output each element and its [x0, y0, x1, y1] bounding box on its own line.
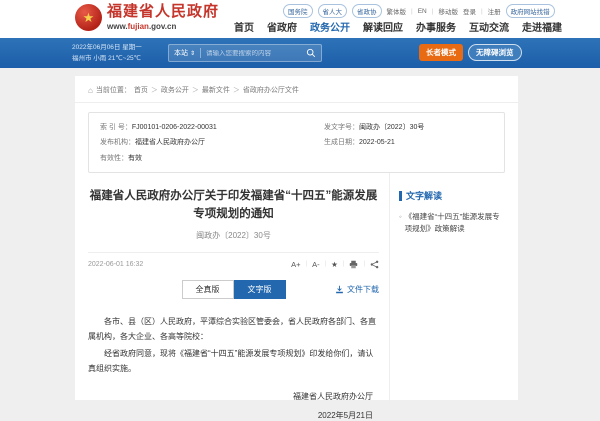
- breadcrumb-gov-open[interactable]: 政务公开: [161, 85, 189, 95]
- site-url: www.fujian.gov.cn: [107, 22, 219, 31]
- print-icon[interactable]: [349, 260, 358, 269]
- bullet-icon: ◦: [399, 211, 402, 235]
- meta-issue-date: 生成日期： 2022-05-21: [324, 135, 493, 150]
- nav-interpretation[interactable]: 解读回应: [363, 19, 403, 34]
- site-header: ★ 福建省人民政府 www.fujian.gov.cn 国务院 省人大 省政协 …: [0, 0, 600, 38]
- interpretation-sidebar: 文字解读 ◦ 《福建省“十四五”能源发展专项规划》政策解读: [390, 173, 505, 405]
- search-box[interactable]: 本站 ⇕: [168, 44, 322, 62]
- document-meta-box: 索 引 号： FJ00101-0206-2022-00031 发文字号： 闽政办…: [88, 112, 505, 173]
- link-english[interactable]: EN: [418, 8, 427, 15]
- home-icon: ⌂: [88, 86, 93, 95]
- search-icon[interactable]: [306, 48, 316, 58]
- nav-interaction[interactable]: 互动交流: [469, 19, 509, 34]
- link-provincial-cppcc[interactable]: 省政协: [352, 4, 382, 18]
- publish-time: 2022-06-01 16:32: [88, 261, 143, 268]
- font-increase-button[interactable]: A+: [291, 260, 300, 269]
- weather-info: 福州市 小雨 21℃~25℃: [72, 53, 142, 64]
- site-title: 福建省人民政府: [107, 4, 219, 21]
- body-paragraph: 经省政府同意，现将《福建省“十四五”能源发展专项规划》印发给你们，请认真组织实施…: [88, 346, 379, 376]
- blue-utility-bar: 2022年06月06日 星期一 福州市 小雨 21℃~25℃ 本站 ⇕ 长者模式…: [0, 38, 600, 68]
- document-number: 闽政办〔2022〕30号: [88, 230, 379, 241]
- breadcrumb: ⌂ 当前位置： 首页 ＞ 政务公开 ＞ 最新文件 ＞ 省政府办公厅文件: [75, 76, 518, 103]
- download-icon: [335, 285, 344, 294]
- version-tab-row: 全真版 文字版 文件下载: [88, 280, 379, 299]
- body-paragraph: 各市、县（区）人民政府，平潭综合实验区管委会，省人民政府各部门、各直属机构，各大…: [88, 314, 379, 344]
- link-login[interactable]: 登录: [463, 6, 476, 16]
- top-utility-links: 国务院 省人大 省政协 繁体版 | EN | 移动版 登录 | 注册 政府网站找…: [283, 4, 555, 18]
- meta-validity: 有效性： 有效: [100, 151, 324, 166]
- date-weather: 2022年06月06日 星期一 福州市 小雨 21℃~25℃: [72, 42, 142, 64]
- link-traditional-chinese[interactable]: 繁体版: [387, 6, 407, 16]
- current-date: 2022年06月06日 星期一: [72, 42, 142, 53]
- site-logo[interactable]: ★ 福建省人民政府 www.fujian.gov.cn: [75, 4, 219, 31]
- meta-doc-number: 发文字号： 闽政办〔2022〕30号: [324, 120, 493, 135]
- chevron-updown-icon: ⇕: [190, 50, 195, 57]
- sidebar-heading: 文字解读: [406, 189, 442, 202]
- accessibility-button[interactable]: 无障碍浏览: [468, 44, 522, 61]
- link-provincial-congress[interactable]: 省人大: [318, 4, 348, 18]
- document-body: 各市、县（区）人民政府，平潭综合实验区管委会，省人民政府各部门、各直属机构，各大…: [88, 314, 379, 377]
- search-scope-select[interactable]: 本站 ⇕: [174, 48, 195, 58]
- share-icon[interactable]: [370, 260, 379, 269]
- main-nav: 首页 省政府 政务公开 解读回应 办事服务 互动交流 走进福建: [234, 19, 562, 34]
- file-download-link[interactable]: 文件下载: [335, 284, 379, 295]
- article-column: 福建省人民政府办公厅关于印发福建省“十四五”能源发展专项规划的通知 闽政办〔20…: [88, 173, 390, 405]
- nav-about-fujian[interactable]: 走进福建: [522, 19, 562, 34]
- publish-toolbar: 2022-06-01 16:32 A+ | A- | ★ | |: [88, 252, 379, 269]
- nav-provincial-gov[interactable]: 省政府: [267, 19, 297, 34]
- tab-text-version[interactable]: 文字版: [234, 280, 286, 299]
- document-title: 福建省人民政府办公厅关于印发福建省“十四五”能源发展专项规划的通知: [88, 188, 379, 224]
- breadcrumb-home[interactable]: 首页: [134, 85, 148, 95]
- heading-accent-bar: [399, 191, 402, 201]
- elder-mode-button[interactable]: 长者模式: [419, 44, 463, 61]
- nav-home[interactable]: 首页: [234, 19, 254, 34]
- meta-index: 索 引 号： FJ00101-0206-2022-00031: [100, 120, 324, 135]
- link-state-council[interactable]: 国务院: [283, 4, 313, 18]
- breadcrumb-latest-docs[interactable]: 最新文件: [202, 85, 230, 95]
- national-emblem-icon: ★: [75, 4, 102, 31]
- link-register[interactable]: 注册: [488, 6, 501, 16]
- font-decrease-button[interactable]: A-: [312, 260, 320, 269]
- breadcrumb-prefix: 当前位置：: [96, 85, 131, 95]
- search-input[interactable]: [206, 50, 306, 57]
- favorite-star-icon[interactable]: ★: [331, 260, 338, 269]
- link-mobile[interactable]: 移动版: [438, 6, 458, 16]
- meta-issuing-org: 发布机构： 福建省人民政府办公厅: [100, 135, 324, 150]
- nav-services[interactable]: 办事服务: [416, 19, 456, 34]
- breadcrumb-office-docs[interactable]: 省政府办公厅文件: [243, 85, 299, 95]
- content-card: ⌂ 当前位置： 首页 ＞ 政务公开 ＞ 最新文件 ＞ 省政府办公厅文件 索 引 …: [75, 76, 518, 400]
- sidebar-policy-interpretation-link[interactable]: ◦ 《福建省“十四五”能源发展专项规划》政策解读: [399, 211, 505, 235]
- signature-date: 2022年5月21日: [88, 410, 379, 421]
- nav-gov-affairs-open[interactable]: 政务公开: [310, 19, 350, 34]
- tab-full-image-version[interactable]: 全真版: [182, 280, 234, 299]
- site-error-report-badge[interactable]: 政府网站找错: [506, 4, 555, 18]
